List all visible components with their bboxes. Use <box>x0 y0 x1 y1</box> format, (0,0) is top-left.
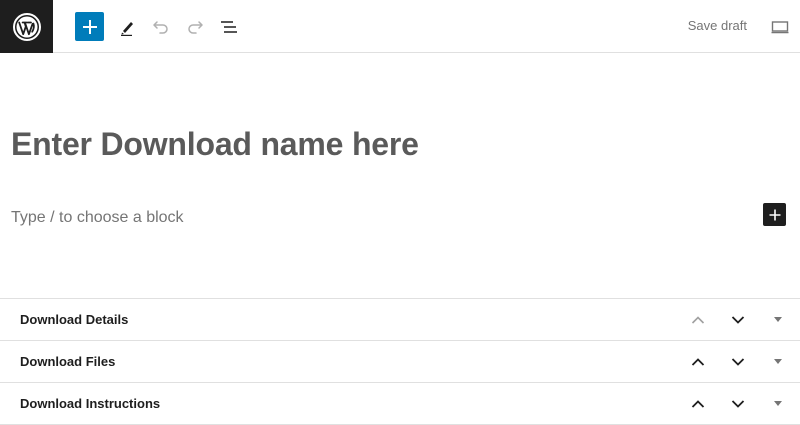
editor-toolbar: Save draft <box>0 0 800 53</box>
toggle-panel-button[interactable] <box>766 392 790 416</box>
redo-icon <box>188 20 203 34</box>
move-down-button[interactable] <box>726 392 750 416</box>
toggle-panel-button[interactable] <box>766 350 790 374</box>
metabox-download-instructions: Download Instructions <box>0 382 800 425</box>
preview-button[interactable] <box>768 12 792 41</box>
list-view-icon <box>221 20 237 33</box>
caret-down-icon <box>774 401 782 406</box>
inline-block-inserter-button[interactable] <box>763 203 786 226</box>
chevron-up-icon <box>691 316 705 324</box>
undo-button[interactable] <box>149 12 173 41</box>
editor-app: Save draft Enter Download name here Type… <box>0 0 800 425</box>
redo-button[interactable] <box>183 12 207 41</box>
pencil-icon <box>121 21 133 36</box>
plus-icon <box>769 209 780 220</box>
metabox-download-details: Download Details <box>0 298 800 340</box>
block-appender-placeholder[interactable]: Type / to choose a block <box>11 209 184 227</box>
move-up-button[interactable] <box>686 392 710 416</box>
plus-icon <box>82 19 97 34</box>
toggle-panel-button[interactable] <box>766 308 790 332</box>
metabox-title[interactable]: Download Details <box>20 312 128 327</box>
chevron-down-icon <box>731 316 745 324</box>
meta-boxes-area: Download Details Download Files Download… <box>0 298 800 425</box>
chevron-up-icon <box>691 400 705 408</box>
save-draft-button[interactable]: Save draft <box>688 18 747 33</box>
post-title-field[interactable]: Enter Download name here <box>11 126 419 163</box>
caret-down-icon <box>774 359 782 364</box>
desktop-preview-icon <box>771 20 789 33</box>
block-inserter-button[interactable] <box>75 12 104 41</box>
undo-icon <box>153 20 168 34</box>
move-down-button[interactable] <box>726 308 750 332</box>
move-up-button[interactable] <box>686 350 710 374</box>
metabox-download-files: Download Files <box>0 340 800 382</box>
move-down-button[interactable] <box>726 350 750 374</box>
list-view-button[interactable] <box>217 12 241 41</box>
wordpress-logo-icon <box>12 12 41 41</box>
move-up-button[interactable] <box>686 308 710 332</box>
caret-down-icon <box>774 317 782 322</box>
metabox-title[interactable]: Download Files <box>20 354 115 369</box>
metabox-title[interactable]: Download Instructions <box>20 396 160 411</box>
chevron-down-icon <box>731 400 745 408</box>
wordpress-logo-button[interactable] <box>0 0 53 53</box>
chevron-down-icon <box>731 358 745 366</box>
tools-button[interactable] <box>115 12 139 41</box>
chevron-up-icon <box>691 358 705 366</box>
